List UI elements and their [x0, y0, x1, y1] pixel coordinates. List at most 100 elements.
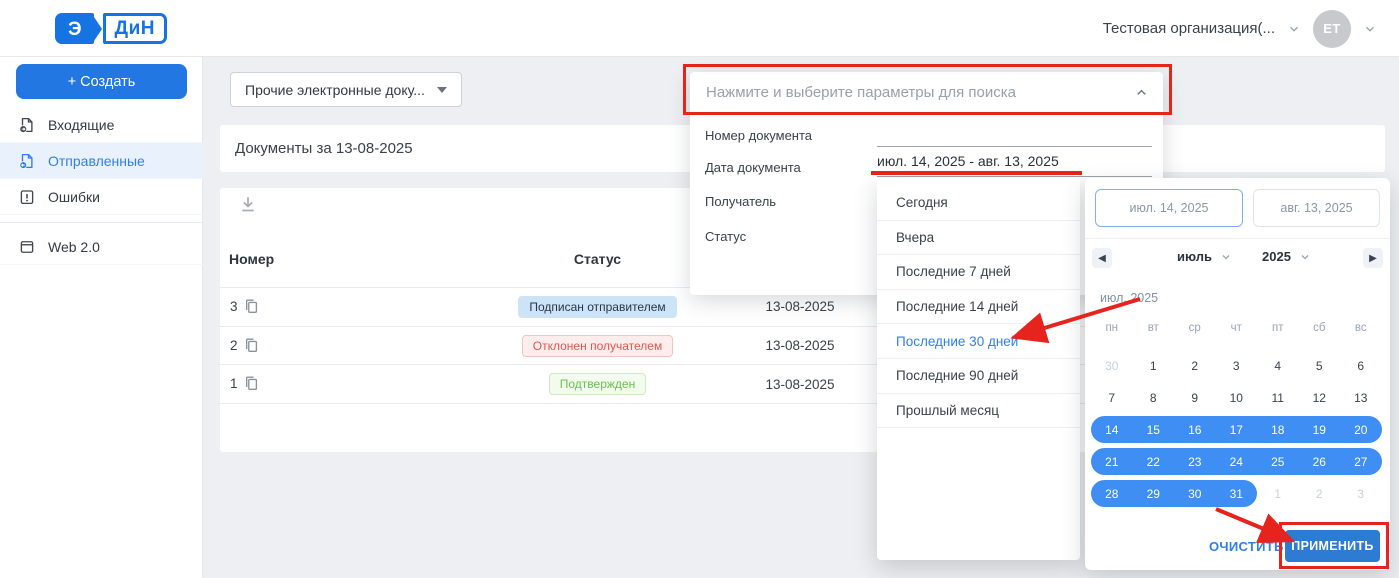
caret-down-icon: [437, 87, 447, 93]
copy-icon: [242, 297, 260, 315]
end-date-input[interactable]: авг. 13, 2025: [1253, 189, 1380, 227]
status-badge: Подтвержден: [549, 373, 646, 395]
sidebar-item-web-2-0[interactable]: Web 2.0: [0, 229, 203, 265]
prev-month-button[interactable]: ◀: [1092, 248, 1112, 268]
copy-icon: [242, 374, 260, 392]
preset-item[interactable]: Последние 90 дней: [877, 359, 1080, 394]
chevron-down-icon: [1299, 251, 1311, 263]
date-preset-dropdown: СегодняВчераПоследние 7 днейПоследние 14…: [877, 178, 1080, 560]
calendar-day[interactable]: 24: [1216, 448, 1258, 475]
calendar-day[interactable]: 7: [1091, 384, 1133, 411]
clear-button[interactable]: ОЧИСТИТЬ: [1209, 539, 1284, 554]
calendar-day[interactable]: 9: [1174, 384, 1216, 411]
calendar-day[interactable]: 22: [1133, 448, 1175, 475]
row-number: 1: [230, 376, 238, 391]
search-field-label: Номер документа: [705, 128, 812, 143]
calendar-day[interactable]: 31: [1216, 480, 1258, 507]
calendar-week: 28293031123: [1091, 480, 1382, 507]
calendar-day[interactable]: 13: [1340, 384, 1382, 411]
avatar[interactable]: ЕТ: [1313, 10, 1351, 48]
document-date-value: июл. 14, 2025 - авг. 13, 2025: [877, 153, 1059, 169]
sidebar-item-label: Отправленные: [48, 153, 145, 169]
calendar-day[interactable]: 16: [1174, 416, 1216, 443]
apply-button[interactable]: ПРИМЕНИТЬ: [1285, 530, 1380, 562]
errors-icon: [18, 188, 36, 206]
org-area: Тестовая организация(... ЕТ: [1103, 0, 1377, 57]
calendar-day[interactable]: 4: [1257, 352, 1299, 379]
preset-item[interactable]: Последние 7 дней: [877, 255, 1080, 290]
preset-item[interactable]: Прошлый месяц: [877, 394, 1080, 429]
chevron-down-icon: [1287, 22, 1301, 36]
sidebar-item-отправленные[interactable]: Отправленные: [0, 143, 203, 179]
calendar-day[interactable]: 11: [1257, 384, 1299, 411]
calendar-day[interactable]: 14: [1091, 416, 1133, 443]
org-selector[interactable]: Тестовая организация(...: [1103, 20, 1275, 37]
sidebar-item-ошибки[interactable]: Ошибки: [0, 179, 203, 215]
doc-type-dropdown[interactable]: Прочие электронные доку...: [230, 72, 462, 107]
calendar-day[interactable]: 29: [1133, 480, 1175, 507]
weekday-label: вт: [1133, 322, 1175, 334]
search-field-label: Статус: [705, 229, 746, 244]
month-selector[interactable]: июль: [1177, 249, 1232, 264]
document-number-input[interactable]: [877, 132, 1152, 147]
download-icon: [238, 195, 258, 215]
preset-item[interactable]: Сегодня: [877, 186, 1080, 221]
calendar-day[interactable]: 12: [1299, 384, 1341, 411]
month-value: июль: [1177, 249, 1212, 264]
row-date: 13-08-2025: [740, 365, 860, 403]
calendar-day[interactable]: 27: [1340, 448, 1382, 475]
web-icon: [18, 238, 36, 256]
chevron-down-icon: [1363, 22, 1377, 36]
logo-chevron-shape: [94, 17, 102, 41]
copy-button[interactable]: [241, 297, 261, 317]
search-params-toggle[interactable]: Нажмите и выберите параметры для поиска: [690, 72, 1163, 112]
sidebar: + Создать Входящие Отправленные Ошибки Web …: [0, 57, 203, 578]
calendar-day[interactable]: 3: [1340, 480, 1382, 507]
calendar-day[interactable]: 30: [1091, 352, 1133, 379]
calendar-day[interactable]: 1: [1133, 352, 1175, 379]
calendar-day[interactable]: 3: [1216, 352, 1258, 379]
create-button[interactable]: + Создать: [16, 64, 187, 99]
column-header-status: Статус: [480, 251, 715, 267]
logo-part-1: Э: [55, 13, 94, 44]
preset-item[interactable]: Вчера: [877, 221, 1080, 256]
calendar-day[interactable]: 23: [1174, 448, 1216, 475]
sidebar-item-входящие[interactable]: Входящие: [0, 107, 203, 143]
sidebar-nav: Входящие Отправленные Ошибки Web 2.0: [0, 107, 203, 265]
calendar-day[interactable]: 10: [1216, 384, 1258, 411]
row-number: 3: [230, 299, 238, 314]
calendar-day[interactable]: 2: [1174, 352, 1216, 379]
copy-button[interactable]: [241, 374, 261, 394]
start-date-input[interactable]: июл. 14, 2025: [1095, 189, 1243, 227]
calendar-day[interactable]: 2: [1299, 480, 1341, 507]
next-month-button[interactable]: ▶: [1363, 248, 1383, 268]
weekday-row: пнвтсрчтптсбвс: [1091, 322, 1382, 334]
calendar-day[interactable]: 1: [1257, 480, 1299, 507]
calendar-day[interactable]: 8: [1133, 384, 1175, 411]
calendar-day[interactable]: 15: [1133, 416, 1175, 443]
calendar-day[interactable]: 28: [1091, 480, 1133, 507]
calendar-day[interactable]: 18: [1257, 416, 1299, 443]
calendar-day[interactable]: 19: [1299, 416, 1341, 443]
download-button[interactable]: [235, 193, 261, 219]
calendar-day[interactable]: 25: [1257, 448, 1299, 475]
sidebar-divider: [0, 215, 203, 223]
calendar-day[interactable]: 6: [1340, 352, 1382, 379]
calendar-day[interactable]: 21: [1091, 448, 1133, 475]
topbar: Э ДиН Тестовая организация(... ЕТ: [0, 0, 1399, 57]
copy-button[interactable]: [241, 336, 261, 356]
preset-item[interactable]: Последние 14 дней: [877, 290, 1080, 325]
calendar-day[interactable]: 5: [1299, 352, 1341, 379]
doc-type-value: Прочие электронные доку...: [245, 82, 437, 98]
calendar-day[interactable]: 20: [1340, 416, 1382, 443]
calendar-divider: [1085, 238, 1390, 239]
calendar-day[interactable]: 30: [1174, 480, 1216, 507]
calendar-grid: 3012345678910111213141516171819202122232…: [1091, 352, 1382, 512]
preset-item[interactable]: Последние 30 дней: [877, 324, 1080, 359]
status-badge: Подписан отправителем: [518, 296, 676, 318]
calendar-day[interactable]: 17: [1216, 416, 1258, 443]
weekday-label: ср: [1174, 322, 1216, 334]
calendar-day[interactable]: 26: [1299, 448, 1341, 475]
sidebar-item-label: Web 2.0: [48, 239, 100, 255]
year-selector[interactable]: 2025: [1262, 249, 1311, 264]
